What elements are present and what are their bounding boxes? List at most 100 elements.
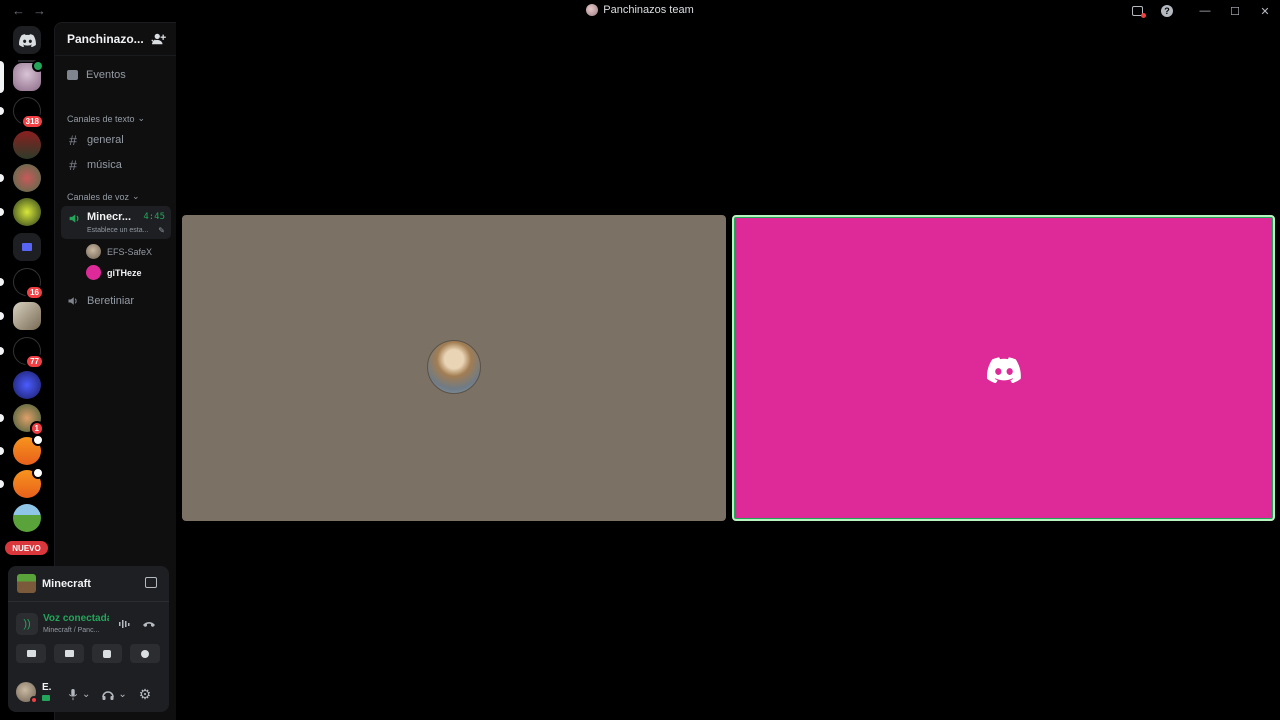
unread-indicator xyxy=(0,174,4,182)
activity-row[interactable]: Minecraft xyxy=(8,566,169,602)
channel-musica[interactable]: # música xyxy=(67,157,122,173)
server-13[interactable] xyxy=(0,467,44,498)
headset-icon[interactable] xyxy=(102,689,115,701)
guild-header[interactable]: Panchinazo... ⌄ xyxy=(55,23,176,56)
chevron-down-icon[interactable]: ⌄ xyxy=(118,689,126,700)
folder-icon xyxy=(13,233,41,261)
server-avatar xyxy=(13,504,41,532)
soundboard-button[interactable] xyxy=(130,644,160,663)
unread-indicator xyxy=(0,208,4,216)
user-row: E. ⌄ ⌄ ⚙ xyxy=(8,678,169,712)
speaker-icon xyxy=(68,297,77,305)
disconnect-icon[interactable] xyxy=(142,618,156,630)
server-9[interactable]: 77 xyxy=(0,337,44,369)
inbox-button[interactable] xyxy=(1122,2,1152,20)
avatar xyxy=(86,265,101,280)
calendar-icon xyxy=(67,70,78,80)
server-8[interactable] xyxy=(0,302,41,330)
window-actions: ? — ☐ ✕ xyxy=(1122,2,1280,20)
soundboard-icon xyxy=(141,649,149,658)
window-title: Panchinazos team xyxy=(0,4,1280,16)
voice-connection: )) Voz conectada Minecraft / Panc... xyxy=(8,610,169,646)
home-button[interactable] xyxy=(13,26,41,54)
minimize-button[interactable]: — xyxy=(1190,2,1220,20)
camera-off-icon xyxy=(26,650,36,657)
minecraft-icon xyxy=(17,574,36,593)
member-name: EFS-SafeX xyxy=(107,246,153,257)
username[interactable]: E. xyxy=(42,682,51,693)
screen-share-icon[interactable] xyxy=(145,577,157,588)
chevron-down-icon[interactable]: ⌄ xyxy=(82,689,90,700)
camera-button[interactable] xyxy=(16,644,46,663)
window-title-text: Panchinazos team xyxy=(603,4,694,16)
server-14[interactable] xyxy=(13,504,41,532)
voice-activity-icon xyxy=(32,434,44,446)
noise-suppression-icon[interactable] xyxy=(118,618,130,630)
signal-icon[interactable]: )) xyxy=(16,613,38,635)
participant-tile-githeze[interactable] xyxy=(732,215,1275,521)
server-3[interactable] xyxy=(13,131,41,159)
server-11[interactable]: 1 xyxy=(0,404,44,436)
game-status-icon xyxy=(42,695,50,701)
discord-logo-icon xyxy=(18,33,36,47)
new-badge[interactable]: NUEVO xyxy=(5,541,48,555)
participant-tile-efs[interactable] xyxy=(182,215,726,521)
voice-activity-icon xyxy=(32,467,44,479)
voice-timer: 4:45 xyxy=(143,212,165,222)
avatar[interactable] xyxy=(16,682,38,704)
server-5[interactable] xyxy=(0,198,41,226)
speaker-icon xyxy=(69,214,79,223)
hash-icon: # xyxy=(69,157,77,173)
server-7[interactable]: 16 xyxy=(0,268,44,300)
server-folder[interactable] xyxy=(13,233,41,261)
text-category-label: Canales de texto xyxy=(67,113,135,124)
gear-icon[interactable]: ⚙ xyxy=(139,686,152,703)
server-avatar xyxy=(13,302,41,330)
help-button[interactable]: ? xyxy=(1152,2,1182,20)
voice-channel-minecraft[interactable]: Minecr... 4:45 Establece un esta... ✎ xyxy=(61,206,171,239)
server-avatar xyxy=(13,198,41,226)
mention-badge: 318 xyxy=(20,114,44,129)
close-button[interactable]: ✕ xyxy=(1250,2,1280,20)
back-arrow-icon[interactable]: ← xyxy=(12,3,25,18)
server-2[interactable]: 318 xyxy=(0,97,44,129)
events-item[interactable]: Eventos xyxy=(67,69,126,81)
server-icon xyxy=(586,4,599,16)
voice-status-text[interactable]: Establece un esta... xyxy=(87,227,148,234)
user-panel: Minecraft )) Voz conectada Minecraft / P… xyxy=(8,566,169,712)
avatar xyxy=(427,340,481,394)
forward-arrow-icon[interactable]: → xyxy=(33,3,46,18)
server-12[interactable] xyxy=(0,434,44,465)
server-10[interactable] xyxy=(13,371,41,399)
text-category[interactable]: Canales de texto ⌄ xyxy=(67,113,145,124)
server-panchinazos[interactable] xyxy=(0,60,44,93)
unread-indicator xyxy=(0,312,4,320)
inbox-icon xyxy=(1131,6,1146,18)
voice-connection-subtitle[interactable]: Minecraft / Panc... xyxy=(43,627,99,634)
edit-icon[interactable]: ✎ xyxy=(158,226,165,235)
voice-channel-beretiniar[interactable]: Beretiniar xyxy=(67,295,134,307)
server-avatar xyxy=(13,371,41,399)
nav-arrows: ← → xyxy=(12,3,46,18)
unread-indicator xyxy=(0,480,4,488)
voice-member[interactable]: giTHeze xyxy=(86,265,142,280)
channel-general[interactable]: # general xyxy=(67,132,124,148)
invite-people-icon[interactable] xyxy=(152,32,166,46)
activities-button[interactable] xyxy=(92,644,122,663)
screen-share-button[interactable] xyxy=(54,644,84,663)
maximize-button[interactable]: ☐ xyxy=(1220,2,1250,20)
server-4[interactable] xyxy=(0,164,41,192)
channel-label: general xyxy=(87,134,124,146)
microphone-icon[interactable] xyxy=(68,688,78,701)
chevron-down-icon: ⌄ xyxy=(132,191,140,201)
channel-label: Beretiniar xyxy=(87,295,135,307)
screen-share-icon xyxy=(64,650,74,657)
activities-icon xyxy=(103,649,111,658)
unread-indicator xyxy=(0,447,4,455)
avatar xyxy=(86,244,101,259)
server-avatar xyxy=(13,164,41,192)
unread-indicator xyxy=(0,107,4,115)
voice-member[interactable]: EFS-SafeX xyxy=(86,244,152,259)
unread-indicator xyxy=(0,347,4,355)
voice-category[interactable]: Canales de voz ⌄ xyxy=(67,191,140,202)
